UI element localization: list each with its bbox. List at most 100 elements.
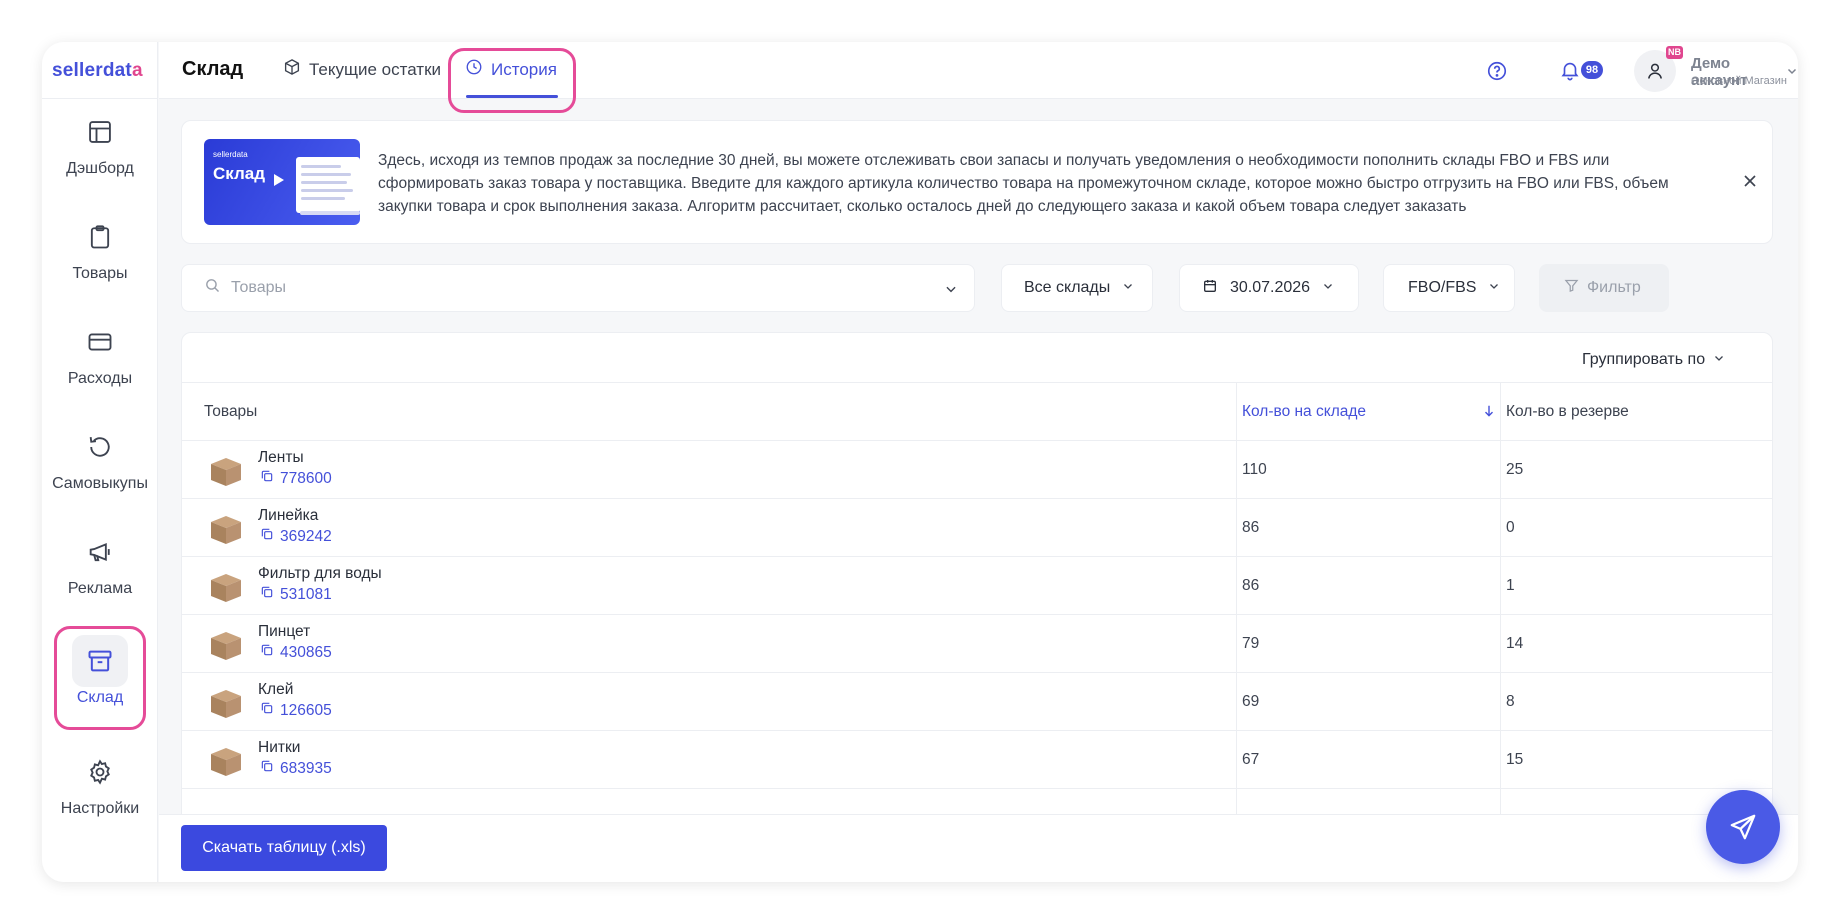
bell-icon	[1559, 62, 1581, 85]
group-by-select[interactable]: Группировать по	[1582, 351, 1725, 369]
table-row[interactable]: Линейка 369242 86 0	[182, 498, 1772, 556]
card-icon	[72, 316, 128, 368]
close-banner-button[interactable]	[1740, 171, 1762, 193]
product-sku: 683935	[280, 759, 332, 777]
product-sku-link[interactable]: 531081	[260, 585, 332, 604]
search-icon	[204, 277, 221, 299]
sidebar-item-label: Дэшборд	[66, 160, 134, 177]
active-tab-indicator	[466, 95, 558, 98]
table-row[interactable]: Ленты 778600 110 25	[182, 440, 1772, 498]
copy-icon	[260, 469, 274, 488]
box-icon	[283, 58, 301, 81]
table-row[interactable]: Фильтр для воды 531081 86 1	[182, 556, 1772, 614]
stock-qty-cell: 86	[1242, 577, 1260, 594]
chevron-down-icon	[1322, 279, 1334, 297]
filter-button-label: Фильтр	[1587, 279, 1641, 296]
copy-icon	[260, 759, 274, 778]
main-content: sellerdata Склад Здесь, исходя из темпов…	[159, 100, 1798, 824]
column-header-products: Товары	[204, 403, 258, 420]
laptop-base	[300, 211, 360, 215]
product-sku-link[interactable]: 683935	[260, 759, 332, 778]
laptop-illustration	[296, 157, 360, 213]
sidebar-item-products[interactable]: Товары	[42, 211, 158, 307]
product-sku-link[interactable]: 126605	[260, 701, 332, 720]
table-row[interactable]: Пинцет 430865 79 14	[182, 614, 1772, 672]
product-name: Фильтр для воды	[258, 565, 382, 582]
question-icon	[1486, 61, 1508, 86]
logo[interactable]: sellerdata	[52, 60, 152, 82]
reserve-qty-cell: 14	[1506, 635, 1524, 652]
stock-qty-cell: 86	[1242, 519, 1260, 536]
copy-icon	[260, 701, 274, 720]
download-xls-button[interactable]: Скачать таблицу (.xls)	[181, 825, 387, 871]
search-input[interactable]	[231, 279, 931, 297]
reserve-qty-cell: 8	[1506, 693, 1515, 710]
telegram-chat-button[interactable]	[1706, 790, 1780, 864]
tab-label: История	[491, 59, 557, 79]
reserve-qty-cell: 1	[1506, 577, 1515, 594]
product-search[interactable]	[181, 264, 975, 312]
tab-current-stock[interactable]: Текущие остатки	[283, 58, 441, 81]
group-by-label: Группировать по	[1582, 351, 1706, 368]
product-box-icon	[208, 685, 244, 721]
logo-divider	[42, 98, 158, 99]
clock-icon	[465, 58, 483, 81]
copy-icon	[260, 585, 274, 604]
product-sku: 430865	[280, 643, 332, 661]
product-box-icon	[208, 627, 244, 663]
filter-button[interactable]: Фильтр	[1539, 264, 1669, 312]
account-store-name: Основной Магазин	[1691, 75, 1787, 87]
thumbnail-brand: sellerdata	[213, 150, 248, 159]
column-header-reserve-qty: Кол-во в резерве	[1506, 403, 1629, 420]
stock-qty-cell: 110	[1242, 461, 1267, 478]
stock-qty-cell: 79	[1242, 635, 1260, 652]
notifications-button[interactable]	[1559, 59, 1583, 83]
product-sku-link[interactable]: 778600	[260, 469, 332, 488]
tab-history[interactable]: История	[465, 58, 557, 81]
product-box-icon	[208, 511, 244, 547]
reserve-qty-cell: 0	[1506, 519, 1515, 536]
top-header: Склад Текущие остатки История 98 NB Демо…	[159, 42, 1798, 113]
copy-icon	[260, 643, 274, 662]
sidebar: sellerdata Дэшборд Товары Расходы Самовы	[42, 42, 158, 882]
stock-qty-cell: 69	[1242, 693, 1260, 710]
product-sku-link[interactable]: 430865	[260, 643, 332, 662]
chevron-down-icon	[1122, 279, 1134, 297]
product-name: Ленты	[258, 449, 304, 466]
filter-bar: Все склады 30.07.2026 FBO/FBS	[181, 264, 1781, 314]
product-sku: 531081	[280, 585, 332, 603]
table-row[interactable]: Нитки 683935 67 15	[182, 730, 1772, 788]
column-header-stock-qty[interactable]: Кол-во на складе	[1242, 383, 1366, 441]
sidebar-item-warehouse[interactable]: Склад	[42, 635, 158, 731]
sidebar-item-expenses[interactable]: Расходы	[42, 316, 158, 412]
product-sku-link[interactable]: 369242	[260, 527, 332, 546]
fulfillment-type-select[interactable]: FBO/FBS	[1383, 264, 1515, 312]
product-name: Клей	[258, 681, 294, 698]
app-window: sellerdata Дэшборд Товары Расходы Самовы	[42, 42, 1798, 882]
thumbnail-title: Склад	[213, 164, 266, 183]
sort-desc-icon[interactable]	[1482, 403, 1496, 424]
reserve-qty-cell: 15	[1506, 751, 1524, 768]
reserve-qty-cell: 25	[1506, 461, 1524, 478]
account-plan-badge: NB	[1666, 46, 1683, 59]
sidebar-item-dashboard[interactable]: Дэшборд	[42, 106, 158, 202]
video-thumbnail[interactable]: sellerdata Склад	[204, 139, 360, 225]
sidebar-item-label: Склад	[76, 689, 124, 706]
sidebar-item-ads[interactable]: Реклама	[42, 526, 158, 622]
sidebar-item-label: Товары	[72, 265, 128, 282]
product-box-icon	[208, 453, 244, 489]
chevron-down-icon	[1786, 64, 1798, 81]
sidebar-item-self-purchases[interactable]: Самовыкупы	[42, 421, 158, 517]
help-button[interactable]	[1486, 60, 1508, 82]
sidebar-item-settings[interactable]: Настройки	[42, 746, 158, 842]
gear-icon	[72, 746, 128, 798]
info-banner: sellerdata Склад Здесь, исходя из темпов…	[181, 120, 1773, 244]
calendar-icon	[1202, 278, 1218, 299]
footer-bar: Скачать таблицу (.xls)	[159, 814, 1798, 882]
date-picker[interactable]: 30.07.2026	[1179, 264, 1359, 312]
close-icon	[1740, 175, 1760, 195]
table-row[interactable]: Клей 126605 69 8	[182, 672, 1772, 730]
dashboard-icon	[72, 106, 128, 158]
warehouse-select[interactable]: Все склады	[1001, 264, 1153, 312]
fulfillment-type-value: FBO/FBS	[1408, 279, 1477, 296]
